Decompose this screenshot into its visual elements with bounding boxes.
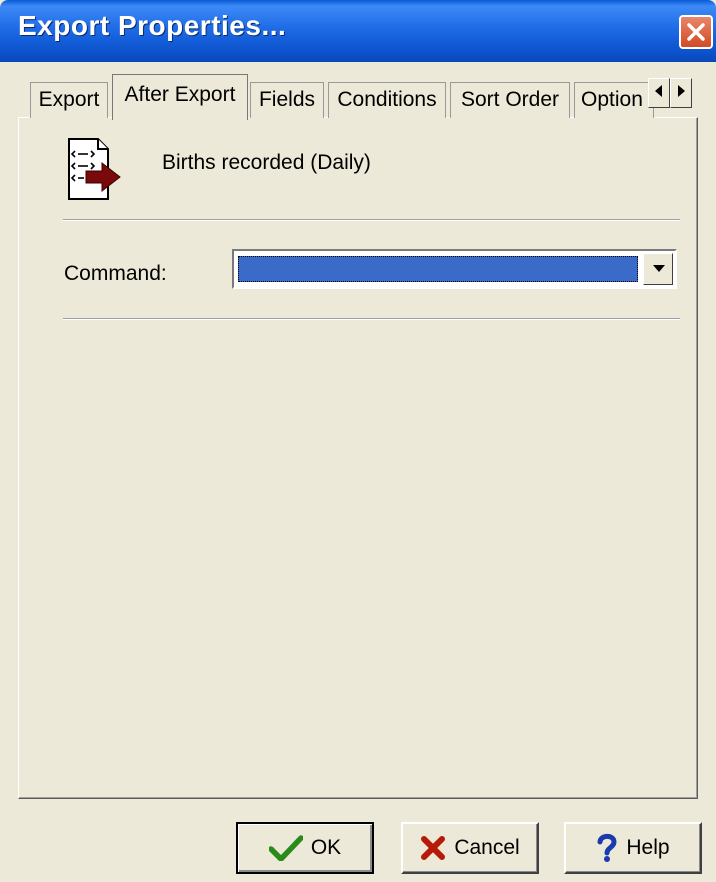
tab-export[interactable]: Export [30, 82, 108, 118]
tab-scroll-right-button[interactable] [670, 78, 692, 108]
ok-button[interactable]: OK [236, 822, 374, 874]
command-dropdown[interactable] [232, 249, 677, 289]
question-icon [597, 833, 617, 862]
right-arrow-icon [678, 85, 685, 97]
dropdown-arrow-icon [653, 265, 665, 272]
tab-scroll-buttons [648, 78, 692, 108]
separator-bottom [63, 318, 680, 320]
export-name: Births recorded (Daily) [162, 151, 371, 174]
title-bar[interactable]: Export Properties... [0, 0, 716, 62]
left-arrow-icon [655, 85, 662, 97]
cancel-button-label: Cancel [454, 836, 520, 859]
close-button[interactable] [679, 15, 713, 49]
command-dropdown-button[interactable] [643, 253, 673, 285]
tab-strip: Export After Export Fields Conditions So… [18, 74, 690, 120]
tab-scroll-left-button[interactable] [648, 78, 670, 108]
export-properties-dialog: Export Properties... Export After Export… [0, 0, 716, 882]
command-label: Command: [64, 262, 167, 285]
tab-conditions[interactable]: Conditions [328, 82, 446, 118]
tab-fields[interactable]: Fields [250, 82, 324, 118]
tab-sort-order[interactable]: Sort Order [450, 82, 570, 118]
export-doc-icon [68, 138, 121, 200]
ok-button-label: OK [310, 836, 342, 859]
close-icon [687, 23, 705, 41]
window-title: Export Properties... [18, 10, 287, 41]
check-icon [268, 835, 303, 861]
help-button-label: Help [626, 836, 670, 859]
tab-after-export[interactable]: After Export [112, 74, 248, 120]
cross-icon [421, 836, 446, 860]
cancel-button[interactable]: Cancel [401, 822, 539, 874]
help-button[interactable]: Help [564, 822, 702, 874]
command-selected-value [238, 256, 638, 282]
tab-options[interactable]: Option [574, 82, 654, 118]
separator-top [63, 219, 680, 221]
